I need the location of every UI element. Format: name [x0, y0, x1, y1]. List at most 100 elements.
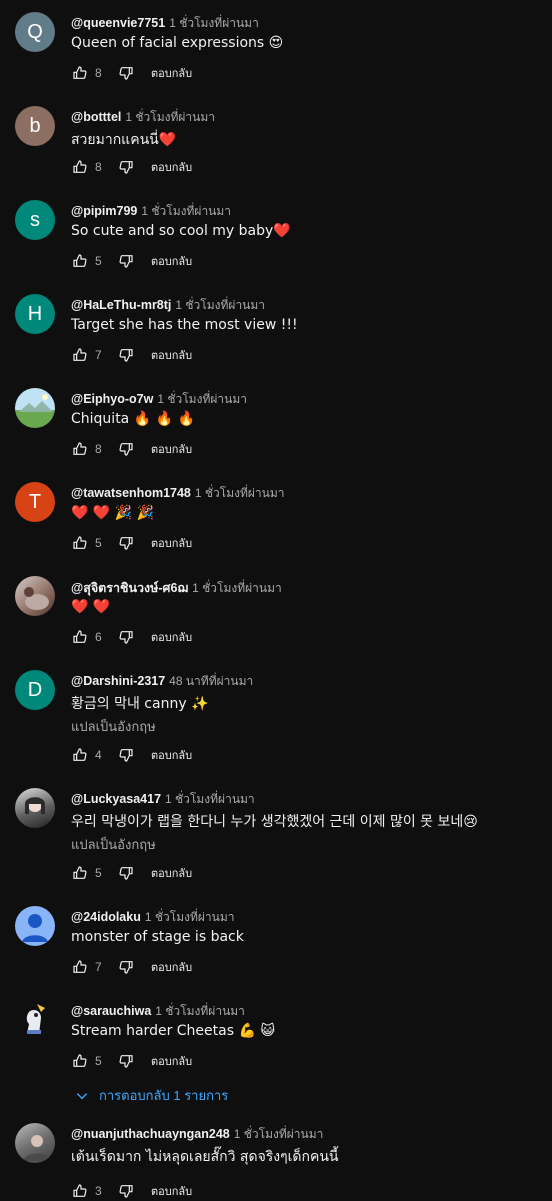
comment-author[interactable]: @botttel	[71, 110, 121, 124]
avatar[interactable]: H	[15, 294, 55, 334]
like-button[interactable]	[71, 534, 89, 552]
avatar[interactable]	[15, 788, 55, 828]
reply-button[interactable]: ตอบกลับ	[151, 746, 192, 764]
avatar[interactable]: s	[15, 200, 55, 240]
translate-link[interactable]: แปลเป็นอังกฤษ	[71, 716, 156, 737]
translate-link[interactable]: แปลเป็นอังกฤษ	[71, 834, 156, 855]
reply-button[interactable]: ตอบกลับ	[151, 1182, 192, 1200]
comment-text: Chiquita 🔥 🔥 🔥	[71, 411, 195, 427]
thumbs-down-icon	[119, 867, 133, 880]
comment-author[interactable]: @pipim799	[71, 204, 137, 218]
thumbs-up-icon	[73, 1054, 87, 1067]
comment-text: สวยมากแคนนี่❤️	[71, 132, 177, 148]
dislike-button[interactable]	[117, 440, 135, 458]
thumbs-down-icon	[119, 1185, 133, 1198]
cartoon-character-icon	[26, 1004, 45, 1034]
like-button[interactable]	[71, 864, 89, 882]
like-count: 7	[95, 960, 102, 974]
reply-button[interactable]: ตอบกลับ	[151, 440, 192, 458]
replies-toggle-label: การตอบกลับ 1 รายการ	[99, 1088, 229, 1103]
avatar-letter: s	[30, 208, 40, 231]
avatar[interactable]: b	[15, 106, 55, 146]
comment-author[interactable]: @nuanjuthachuayngan248	[71, 1127, 230, 1141]
dislike-button[interactable]	[117, 1182, 135, 1200]
comment-time[interactable]: 1 ชั่วโมงที่ผ่านมา	[169, 16, 259, 30]
avatar-letter: b	[29, 114, 41, 137]
comment-author[interactable]: @HaLeThu-mr8tj	[71, 298, 171, 312]
like-button[interactable]	[71, 440, 89, 458]
thumbs-down-icon	[119, 537, 133, 550]
reply-button[interactable]: ตอบกลับ	[151, 346, 192, 364]
reply-button[interactable]: ตอบกลับ	[151, 252, 192, 270]
thumbs-up-icon	[73, 536, 87, 549]
dislike-button[interactable]	[117, 158, 135, 176]
like-count: 8	[95, 66, 102, 80]
dislike-button[interactable]	[117, 746, 135, 764]
avatar[interactable]	[15, 576, 55, 616]
thumbs-down-icon	[119, 349, 133, 362]
comment-time[interactable]: 1 ชั่วโมงที่ผ่านมา	[165, 792, 255, 806]
comment-time[interactable]: 1 ชั่วโมงที่ผ่านมา	[175, 298, 265, 312]
comment-author[interactable]: @sarauchiwa	[71, 1004, 151, 1018]
dislike-button[interactable]	[117, 864, 135, 882]
thumbs-up-icon	[73, 348, 87, 361]
like-button[interactable]	[71, 628, 89, 646]
thumbs-down-icon	[119, 67, 133, 80]
comment-time[interactable]: 1 ชั่วโมงที่ผ่านมา	[234, 1127, 324, 1141]
avatar[interactable]	[15, 388, 55, 428]
avatar-letter: D	[27, 678, 43, 701]
comment-time[interactable]: 1 ชั่วโมงที่ผ่านมา	[145, 910, 235, 924]
reply-button[interactable]: ตอบกลับ	[151, 958, 192, 976]
thumbs-up-icon	[73, 630, 87, 643]
dislike-button[interactable]	[117, 346, 135, 364]
thumbs-up-icon	[73, 748, 87, 761]
like-button[interactable]	[71, 64, 89, 82]
like-button[interactable]	[71, 158, 89, 176]
comment-time[interactable]: 1 ชั่วโมงที่ผ่านมา	[157, 392, 247, 406]
dislike-button[interactable]	[117, 628, 135, 646]
like-button[interactable]	[71, 746, 89, 764]
comment-time[interactable]: 1 ชั่วโมงที่ผ่านมา	[195, 486, 285, 500]
comment-author[interactable]: @queenvie7751	[71, 16, 165, 30]
like-button[interactable]	[71, 1052, 89, 1070]
replies-toggle-button[interactable]: การตอบกลับ 1 รายการ	[75, 1085, 228, 1106]
like-button[interactable]	[71, 1182, 89, 1200]
comment-author[interactable]: @Darshini-2317	[71, 674, 165, 688]
like-button[interactable]	[71, 252, 89, 270]
avatar-letter: H	[27, 302, 43, 325]
reply-button[interactable]: ตอบกลับ	[151, 1052, 192, 1070]
like-button[interactable]	[71, 958, 89, 976]
comment-text: ❤️ ❤️	[71, 599, 111, 615]
comment-time[interactable]: 1 ชั่วโมงที่ผ่านมา	[192, 581, 282, 595]
like-count: 4	[95, 748, 102, 762]
avatar[interactable]: D	[15, 670, 55, 710]
comment-author[interactable]: @24idolaku	[71, 910, 141, 924]
comment-text: Target she has the most view !!!	[71, 317, 298, 333]
reply-button[interactable]: ตอบกลับ	[151, 864, 192, 882]
comment-author[interactable]: @tawatsenhom1748	[71, 486, 191, 500]
dislike-button[interactable]	[117, 252, 135, 270]
avatar[interactable]: T	[15, 482, 55, 522]
reply-button[interactable]: ตอบกลับ	[151, 534, 192, 552]
comment-author[interactable]: @สุจิตราชินวงษ์-ศ6ฌ	[71, 581, 188, 595]
like-count: 8	[95, 160, 102, 174]
reply-button[interactable]: ตอบกลับ	[151, 158, 192, 176]
reply-button[interactable]: ตอบกลับ	[151, 64, 192, 82]
comment-time[interactable]: 48 นาทีที่ผ่านมา	[169, 674, 253, 688]
avatar[interactable]: Q	[15, 12, 55, 52]
reply-button[interactable]: ตอบกลับ	[151, 628, 192, 646]
avatar[interactable]	[15, 1123, 55, 1163]
dislike-button[interactable]	[117, 534, 135, 552]
dislike-button[interactable]	[117, 1052, 135, 1070]
dislike-button[interactable]	[117, 958, 135, 976]
comment-author[interactable]: @Luckyasa417	[71, 792, 161, 806]
comment-author[interactable]: @Eiphyo-o7w	[71, 392, 153, 406]
comment-time[interactable]: 1 ชั่วโมงที่ผ่านมา	[125, 110, 215, 124]
like-button[interactable]	[71, 346, 89, 364]
thumbs-up-icon	[73, 1184, 87, 1197]
comment-time[interactable]: 1 ชั่วโมงที่ผ่านมา	[155, 1004, 245, 1018]
avatar[interactable]	[15, 906, 55, 946]
dislike-button[interactable]	[117, 64, 135, 82]
comment-time[interactable]: 1 ชั่วโมงที่ผ่านมา	[141, 204, 231, 218]
avatar[interactable]	[15, 1000, 55, 1040]
